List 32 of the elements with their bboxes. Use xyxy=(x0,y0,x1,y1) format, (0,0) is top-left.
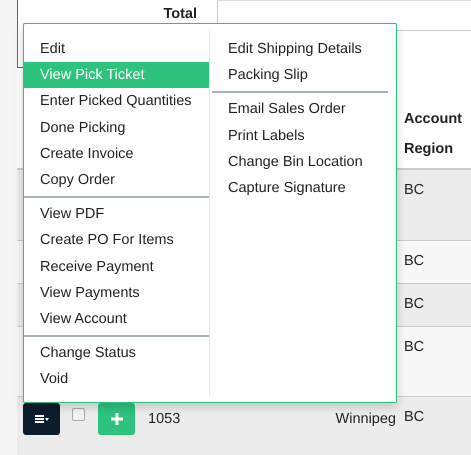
menu-item[interactable]: Enter Picked Quantities xyxy=(24,88,209,115)
menu-item[interactable]: Packing Slip xyxy=(212,62,388,88)
table-cell-text: BC xyxy=(403,408,424,428)
table-cell: Winnipeg xyxy=(336,411,396,428)
menu-item[interactable]: View PDF xyxy=(24,201,209,228)
menu-item[interactable]: View Account xyxy=(24,306,209,332)
table-cell-text: BC xyxy=(403,180,424,200)
menu-item[interactable]: View Payments xyxy=(24,280,209,306)
table-cell-text: BC xyxy=(403,295,424,314)
add-button[interactable] xyxy=(98,403,135,436)
menu-item[interactable]: Capture Signature xyxy=(212,174,388,202)
table-cell-text: BC xyxy=(403,252,424,272)
menu-item[interactable]: Change Status xyxy=(24,340,209,366)
menu-item[interactable]: Create PO For Items xyxy=(24,227,209,254)
menu-item[interactable]: Email Sales Order xyxy=(212,96,388,123)
menu-item[interactable]: Copy Order xyxy=(24,166,209,194)
menu-item[interactable]: Create Invoice xyxy=(24,140,209,167)
row-checkbox[interactable] xyxy=(72,408,85,421)
table-cell-text: BC xyxy=(403,338,424,358)
total-label: Total xyxy=(163,6,197,22)
menu-item[interactable]: Change Bin Location xyxy=(212,148,388,175)
menu-item[interactable]: Void xyxy=(24,366,209,392)
menu-item[interactable]: Edit xyxy=(24,36,209,62)
menu-item[interactable]: Edit Shipping Details xyxy=(212,36,388,62)
menu-item[interactable]: Receive Payment xyxy=(24,254,209,280)
plus-icon xyxy=(110,413,122,426)
menu-item[interactable]: Done Picking xyxy=(24,114,209,141)
list-icon xyxy=(34,414,48,424)
table-cell: 1053 xyxy=(148,411,180,428)
actions-button[interactable] xyxy=(23,403,60,436)
column-header: Account Region xyxy=(403,110,463,159)
menu-item[interactable]: Print Labels xyxy=(212,122,388,149)
